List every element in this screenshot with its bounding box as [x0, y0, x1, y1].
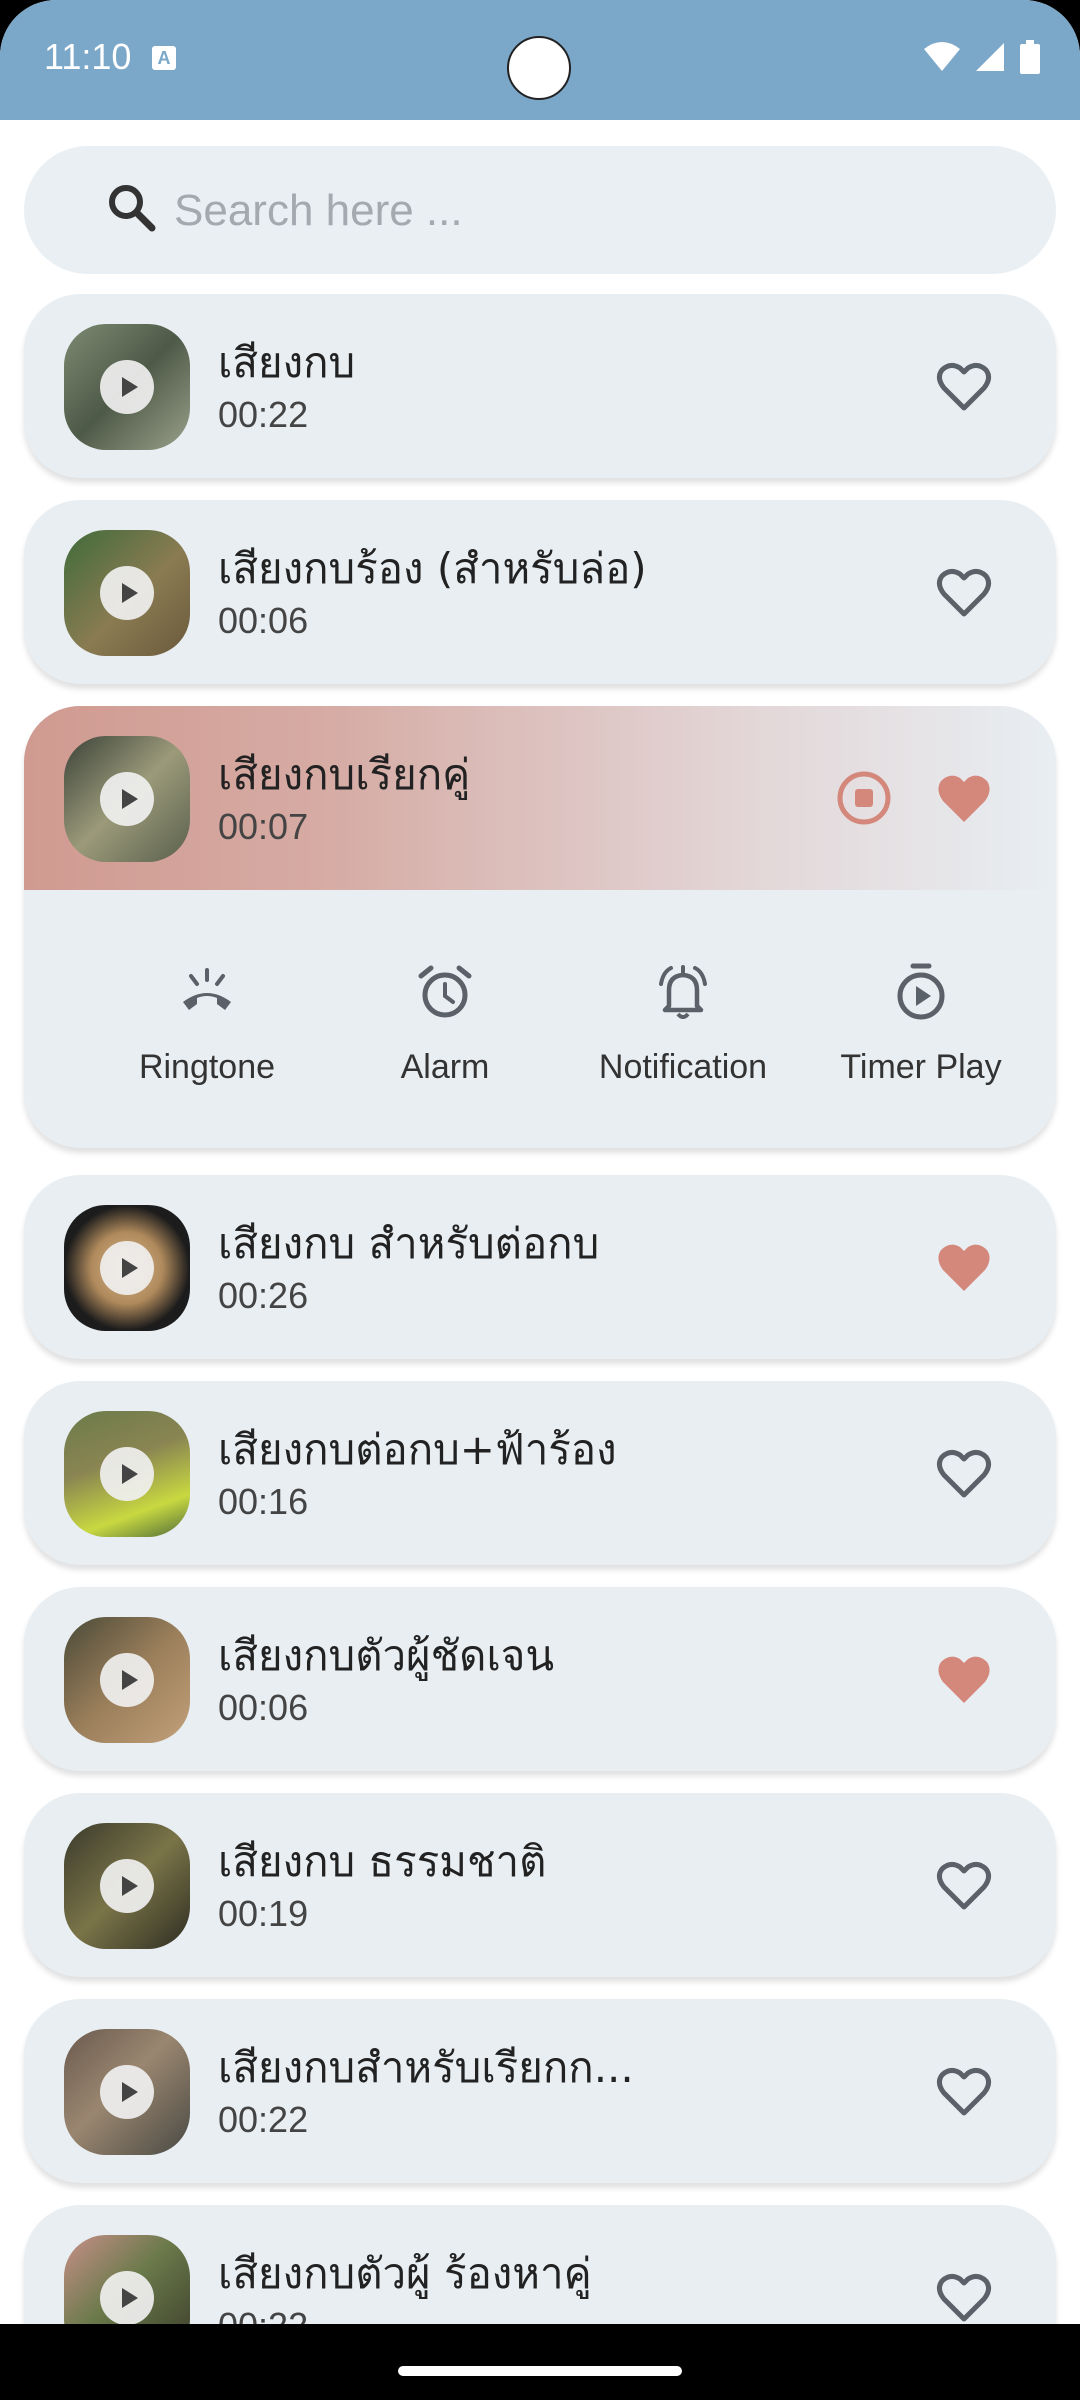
- sound-thumbnail[interactable]: [64, 736, 190, 862]
- sound-card[interactable]: เสียงกบต่อกบ+ฟ้าร้อง 00:16: [24, 1381, 1056, 1565]
- sound-duration: 00:06: [218, 1687, 309, 1728]
- sound-title: เสียงกบ ธรรมชาติ: [218, 1837, 547, 1886]
- sound-card[interactable]: เสียงกบร้อง (สำหรับล่อ) 00:06: [24, 500, 1056, 684]
- sound-duration: 00:06: [218, 600, 309, 641]
- sound-duration: 00:26: [218, 1275, 309, 1316]
- sound-actions: Ringtone Alarm Notification Timer Play: [24, 890, 1056, 1148]
- alarm-button[interactable]: Alarm: [326, 890, 564, 1148]
- sound-title: เสียงกบ: [218, 338, 356, 387]
- card-header[interactable]: เสียงกบ สำหรับต่อกบ 00:26: [24, 1175, 1056, 1359]
- sound-title: เสียงกบร้อง (สำหรับล่อ): [218, 544, 647, 593]
- sound-duration: 00:16: [218, 1481, 309, 1522]
- heart-filled-icon[interactable]: [936, 772, 992, 824]
- play-icon[interactable]: [100, 2271, 154, 2324]
- action-label: Timer Play: [840, 1048, 1002, 1086]
- card-header[interactable]: เสียงกบร้อง (สำหรับล่อ) 00:06: [24, 500, 1056, 684]
- heart-outline-icon[interactable]: [936, 566, 992, 618]
- card-header[interactable]: เสียงกบต่อกบ+ฟ้าร้อง 00:16: [24, 1381, 1056, 1565]
- sound-thumbnail[interactable]: [64, 2235, 190, 2324]
- stop-icon[interactable]: [836, 770, 892, 826]
- sound-card[interactable]: เสียงกบตัวผู้ชัดเจน 00:06: [24, 1587, 1056, 1771]
- sound-duration: 00:22: [218, 394, 309, 435]
- heart-outline-icon[interactable]: [936, 2271, 992, 2323]
- sound-card[interactable]: เสียงกบ 00:22: [24, 294, 1056, 478]
- heart-outline-icon[interactable]: [936, 2065, 992, 2117]
- sound-card[interactable]: เสียงกบ ธรรมชาติ 00:19: [24, 1793, 1056, 1977]
- sound-title: เสียงกบเรียกคู่: [218, 750, 471, 799]
- status-icons: [924, 40, 1040, 74]
- search-icon: [109, 185, 156, 232]
- sound-duration: 00:22: [218, 2305, 308, 2324]
- play-icon[interactable]: [100, 566, 154, 620]
- sound-card[interactable]: เสียงกบสำหรับเรียกก... 00:22: [24, 1999, 1056, 2183]
- sound-duration: 00:22: [218, 2099, 309, 2140]
- sound-duration: 00:19: [218, 1893, 309, 1934]
- sound-duration: 00:07: [218, 806, 309, 847]
- gesture-nav-handle[interactable]: [398, 2366, 682, 2376]
- play-icon[interactable]: [100, 1653, 154, 1707]
- heart-outline-icon[interactable]: [936, 1447, 992, 1499]
- notification-button[interactable]: Notification: [564, 890, 802, 1148]
- notification-icon: [659, 965, 707, 1019]
- ringtone-button[interactable]: Ringtone: [88, 890, 326, 1148]
- search-input[interactable]: [172, 174, 976, 248]
- status-time: 11:10: [44, 36, 132, 77]
- card-header[interactable]: เสียงกบตัวผู้ชัดเจน 00:06: [24, 1587, 1056, 1771]
- heart-outline-icon[interactable]: [936, 1859, 992, 1911]
- sound-thumbnail[interactable]: [64, 530, 190, 656]
- timer-play-button[interactable]: Timer Play: [802, 890, 1040, 1148]
- play-icon[interactable]: [100, 1447, 154, 1501]
- sound-title: เสียงกบต่อกบ+ฟ้าร้อง: [218, 1425, 617, 1474]
- card-header[interactable]: เสียงกบเรียกคู่ 00:07: [24, 706, 1056, 890]
- action-label: Alarm: [400, 1048, 490, 1086]
- signal-icon: [976, 43, 1004, 71]
- alarm-icon: [418, 965, 472, 1018]
- play-icon[interactable]: [100, 772, 154, 826]
- search-bar[interactable]: [24, 146, 1056, 274]
- heart-filled-icon[interactable]: [936, 1653, 992, 1705]
- action-label: Ringtone: [138, 1048, 276, 1086]
- battery-icon: [1020, 40, 1040, 74]
- heart-filled-icon[interactable]: [936, 1241, 992, 1293]
- play-icon[interactable]: [100, 2065, 154, 2119]
- card-header[interactable]: เสียงกบสำหรับเรียกก... 00:22: [24, 1999, 1056, 2183]
- sound-title: เสียงกบตัวผู้ชัดเจน: [218, 1631, 555, 1680]
- heart-outline-icon[interactable]: [936, 360, 992, 412]
- timer-icon: [897, 963, 945, 1020]
- play-icon[interactable]: [100, 1859, 154, 1913]
- ringtone-icon: [183, 968, 231, 1010]
- wifi-icon: [924, 42, 960, 71]
- sound-title: เสียงกบตัวผู้ ร้องหาคู่: [218, 2249, 592, 2298]
- sound-card[interactable]: เสียงกบตัวผู้ ร้องหาคู่ 00:22: [24, 2205, 1056, 2324]
- card-header[interactable]: เสียงกบ 00:22: [24, 294, 1056, 478]
- app-screen: 11:10 A เสียงกบ 00:22: [0, 0, 1080, 2324]
- sound-title: เสียงกบสำหรับเรียกก...: [218, 2043, 634, 2092]
- card-header[interactable]: เสียงกบ ธรรมชาติ 00:19: [24, 1793, 1056, 1977]
- camera-cutout: [507, 36, 571, 100]
- status-bar: 11:10 A: [0, 0, 1080, 120]
- sound-card-expanded[interactable]: เสียงกบเรียกคู่ 00:07 Ringtone Alarm Not…: [24, 706, 1056, 1148]
- card-header[interactable]: เสียงกบตัวผู้ ร้องหาคู่ 00:22: [24, 2205, 1056, 2324]
- sound-card[interactable]: เสียงกบ สำหรับต่อกบ 00:26: [24, 1175, 1056, 1359]
- app-notification-icon: A: [152, 46, 176, 70]
- sound-thumbnail[interactable]: [64, 324, 190, 450]
- sound-thumbnail[interactable]: [64, 1823, 190, 1949]
- action-label: Notification: [598, 1048, 768, 1086]
- sound-thumbnail[interactable]: [64, 1205, 190, 1331]
- play-icon[interactable]: [100, 1241, 154, 1295]
- sound-title: เสียงกบ สำหรับต่อกบ: [218, 1219, 600, 1268]
- sound-thumbnail[interactable]: [64, 1617, 190, 1743]
- play-icon[interactable]: [100, 360, 154, 414]
- sound-thumbnail[interactable]: [64, 1411, 190, 1537]
- sound-thumbnail[interactable]: [64, 2029, 190, 2155]
